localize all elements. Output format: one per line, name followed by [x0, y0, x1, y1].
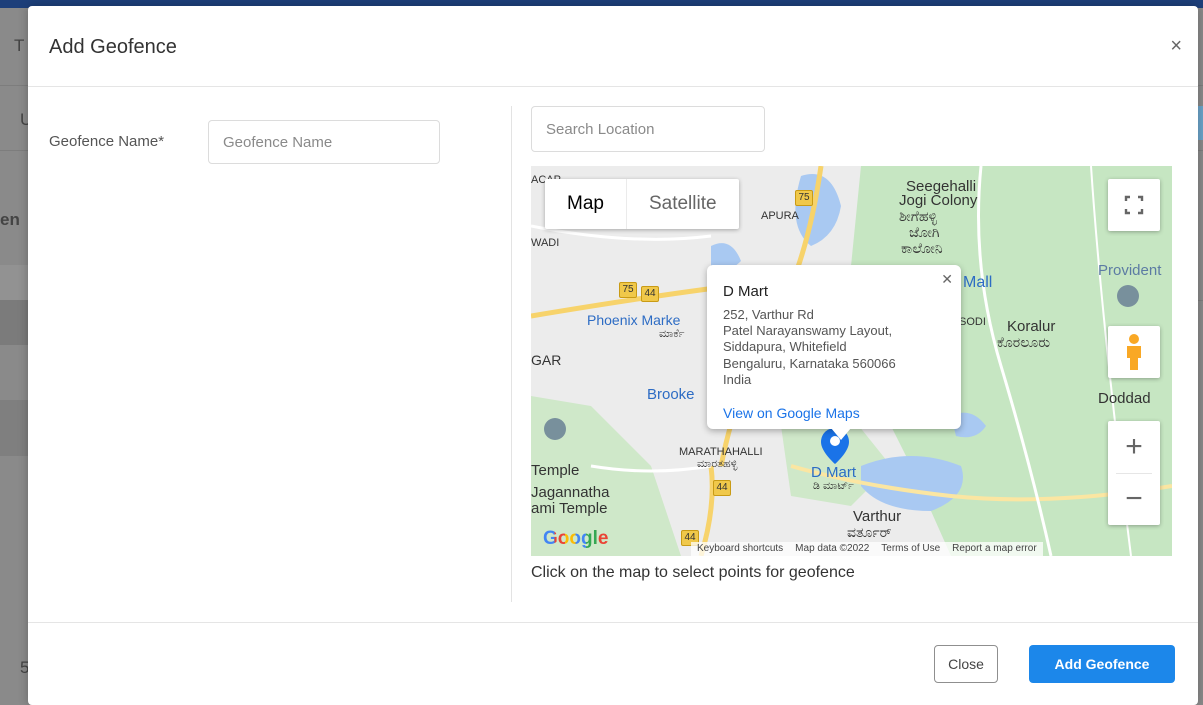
modal-header: Add Geofence × [28, 6, 1198, 87]
place-info-window: ✕ D Mart 252, Varthur Rd Patel Narayansw… [707, 265, 961, 429]
map-label: WADI [531, 237, 560, 249]
modal-title: Add Geofence [49, 36, 177, 58]
add-geofence-button[interactable]: Add Geofence [1029, 645, 1175, 683]
map-label: Temple [531, 462, 580, 479]
zoom-in-button[interactable]: + [1108, 421, 1160, 473]
zoom-control: + − [1108, 421, 1160, 525]
keyboard-shortcuts-link[interactable]: Keyboard shortcuts [691, 542, 789, 556]
map-type-satellite-button[interactable]: Satellite [625, 179, 739, 229]
place-title: D Mart [723, 283, 768, 300]
map-label: ಕಾಲೋನಿ [901, 240, 943, 256]
map-label: D Mart [811, 464, 856, 481]
zoom-out-button[interactable]: − [1108, 473, 1160, 525]
background-text: en [0, 210, 20, 229]
add-geofence-modal: Add Geofence × Geofence Name* Geofence N… [28, 6, 1198, 705]
highway-shield: 75 [619, 282, 637, 298]
map-label: SODI [959, 316, 986, 328]
map-label: ಜೋಗಿ [909, 224, 940, 240]
search-location-input[interactable] [531, 106, 765, 152]
map-label: Koralur [1007, 318, 1056, 335]
map-label: Jagannatha [531, 484, 610, 501]
address-line: 252, Varthur Rd [723, 307, 814, 322]
map-label: Varthur [853, 508, 902, 525]
report-map-error-link[interactable]: Report a map error [946, 542, 1042, 556]
map-label: ಕೊರಲೂರು [997, 334, 1051, 350]
geofence-name-label: Geofence Name* [49, 133, 165, 150]
background-text: T [14, 36, 25, 55]
map-label: ವರ್ತೂರ್ [847, 524, 892, 540]
map-label: Doddad [1098, 390, 1151, 407]
google-map[interactable]: Seegehalli Jogi Colony ಶೀಗೆಹಳ್ಳಿ ಜೋಗಿ ಕಾ… [531, 166, 1172, 556]
map-data-text: Map data ©2022 [795, 543, 870, 554]
map-type-map-button[interactable]: Map [545, 179, 626, 229]
highway-shield: 44 [713, 480, 731, 496]
pegman-icon [1127, 334, 1141, 370]
address-line: Bengaluru, Karnataka 560066 [723, 355, 896, 371]
map-label: ami Temple [531, 500, 608, 517]
map-label: Brooke [647, 386, 695, 403]
info-window-tail [831, 428, 851, 440]
fullscreen-icon [1124, 195, 1144, 215]
place-address: 252, Varthur Rd Patel Narayanswamy Layou… [723, 307, 896, 388]
address-line: Patel Narayanswamy Layout, [723, 323, 893, 339]
google-logo: Google [543, 528, 608, 550]
map-label: MARATHAHALLI [679, 446, 763, 458]
map-label: Mall [963, 274, 993, 291]
map-type-control: Map Satellite [545, 179, 739, 229]
map-label: ಡಿ ಮಾರ್ಟ್ [813, 480, 854, 492]
map-attribution-bar: Keyboard shortcuts Map data ©2022 Terms … [691, 542, 1043, 556]
map-label: ಮಾರತಹಳ್ಳಿ [697, 458, 738, 470]
modal-footer-divider [28, 622, 1198, 623]
background-row [0, 300, 28, 345]
map-label: Jogi Colony [899, 192, 978, 209]
google-logo-text: Google [543, 528, 609, 549]
address-line: Siddapura, Whitefield [723, 339, 847, 355]
terms-of-use-link[interactable]: Terms of Use [875, 542, 946, 556]
column-divider [511, 106, 512, 602]
fullscreen-button[interactable] [1108, 179, 1160, 231]
map-label: ಮಾರ್ಕೆ [659, 328, 685, 340]
map-label: Provident [1098, 262, 1162, 279]
address-line: India [723, 371, 752, 387]
map-label: GAR [531, 352, 562, 368]
street-view-button[interactable] [1108, 326, 1160, 378]
map-label: APURA [761, 210, 799, 222]
close-icon[interactable]: × [1170, 36, 1182, 56]
geofence-name-input[interactable] [208, 120, 440, 164]
background-row [0, 265, 28, 300]
zoom-divider [1116, 473, 1152, 474]
highway-shield: 44 [641, 286, 659, 302]
background-row [0, 400, 28, 456]
map-label: ಶೀಗೆಹಳ್ಳಿ [899, 208, 938, 224]
highway-shield: 75 [795, 190, 813, 206]
close-button[interactable]: Close [934, 645, 998, 683]
map-label: Phoenix Marke [587, 312, 681, 328]
map-instruction-text: Click on the map to select points for ge… [531, 564, 855, 581]
view-on-google-maps-link[interactable]: View on Google Maps [723, 405, 860, 421]
info-window-close-icon[interactable]: ✕ [941, 271, 953, 288]
